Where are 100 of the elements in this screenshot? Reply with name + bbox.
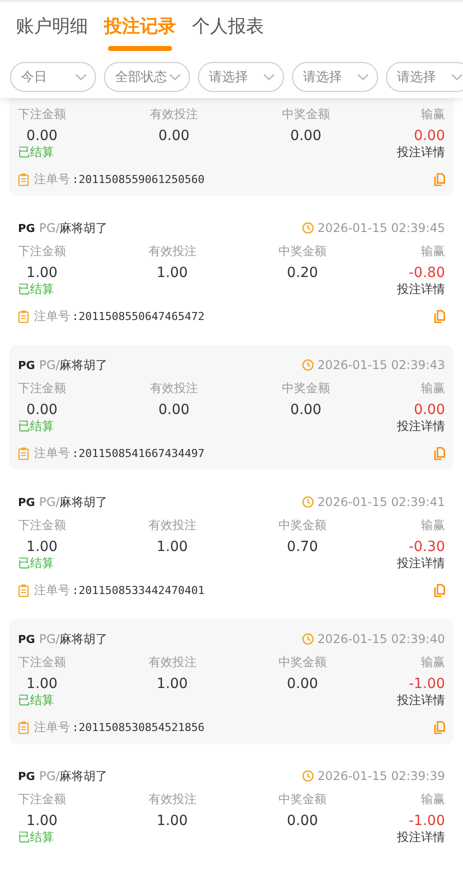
column-label: 输赢 [420,654,445,671]
amount-value: 0.00 [414,128,445,144]
filter-dropdown[interactable]: 请选择 [386,62,463,92]
bet-time: 2026-01-15 02:39:43 [318,358,445,372]
copy-icon[interactable] [434,584,445,596]
clipboard-icon [18,310,29,322]
filter-dropdown[interactable]: 今日 [10,62,96,92]
order-label: 注单号 [34,170,70,188]
settlement-status: 已结算 [18,692,54,709]
order-label: 注单号 [34,444,70,462]
settlement-status: 已结算 [18,281,54,298]
column-label: 下注金额 [18,243,66,260]
column-label: 中奖金额 [278,517,326,534]
bet-details-link[interactable]: 投注详情 [397,144,445,161]
column-label: 下注金额 [18,654,66,671]
settlement-status: 已结算 [18,418,54,435]
amount-value: 1.00 [156,813,188,829]
amount-value: 1.00 [156,265,188,281]
column-label: 输赢 [420,243,445,260]
amount-value: 0.00 [158,128,190,144]
chevron-down-icon [263,73,275,81]
clipboard-icon [18,584,29,596]
amount-value: 1.00 [156,676,188,692]
amount-value: 0.00 [158,402,190,418]
provider-logo: PG [18,358,36,372]
provider-logo: PG [18,222,36,234]
amount-value: -1.00 [408,676,445,692]
clock-icon [302,496,314,508]
bet-details-link[interactable]: 投注详情 [397,829,445,846]
copy-icon[interactable] [434,720,445,734]
column-label: 输赢 [420,517,445,534]
copy-icon[interactable] [434,172,445,186]
amount-value: 1.00 [26,265,58,281]
amount-value: 0.70 [286,539,318,555]
copy-icon[interactable] [434,310,445,322]
column-label: 输赢 [420,380,445,397]
clock-icon [302,770,314,782]
column-label: 中奖金额 [278,654,326,671]
column-label: 有效投注 [148,791,196,808]
bet-details-link[interactable]: 投注详情 [397,281,445,298]
column-label: 中奖金额 [278,791,326,808]
game-name: PG/麻将胡了 [39,630,108,648]
order-number: :2011508533442470401 [72,584,204,596]
copy-icon[interactable] [434,446,445,460]
column-label: 中奖金额 [282,380,330,397]
amount-value: -1.00 [408,813,445,829]
column-label: 下注金额 [18,791,66,808]
provider-logo: PG [18,496,36,508]
order-label: 注单号 [34,718,70,736]
clipboard-icon [18,446,29,460]
game-name: PG/麻将胡了 [39,768,108,784]
bet-time: 2026-01-15 02:39:41 [318,495,445,509]
order-label: 注单号 [34,582,70,598]
column-label: 有效投注 [148,654,196,671]
column-label: 输赢 [420,106,445,123]
amount-value: 0.00 [26,402,58,418]
amount-value: 1.00 [26,676,58,692]
clock-icon [302,359,314,371]
column-label: 有效投注 [148,243,196,260]
amount-value: 0.00 [290,128,322,144]
tab[interactable]: 账户明细 [16,14,88,58]
bet-details-link[interactable]: 投注详情 [397,418,445,435]
amount-value: 0.00 [286,813,318,829]
column-label: 下注金额 [18,106,66,123]
bet-details-link[interactable]: 投注详情 [397,692,445,709]
filter-dropdown[interactable]: 全部状态 [104,62,190,92]
filter-dropdown[interactable]: 请选择 [198,62,284,92]
clock-icon [302,222,314,234]
order-number: :2011508550647465472 [72,310,204,322]
amount-value: 0.00 [414,402,445,418]
order-number: :2011508530854521856 [72,720,204,734]
amount-value: 0.00 [26,128,58,144]
amount-value: 1.00 [26,813,58,829]
amount-value: 1.00 [156,539,188,555]
amount-value: 0.00 [286,676,318,692]
tab[interactable]: 个人报表 [192,14,264,58]
column-label: 下注金额 [18,517,66,534]
bet-time: 2026-01-15 02:39:40 [318,632,445,646]
tab-indicator [108,46,172,51]
provider-logo: PG [18,770,36,782]
column-label: 中奖金额 [278,243,326,260]
column-label: 下注金额 [18,380,66,397]
amount-value: 0.20 [286,265,318,281]
column-label: 有效投注 [150,106,198,123]
chevron-down-icon [169,73,181,81]
chevron-down-icon [75,73,87,81]
order-number: :2011508559061250560 [72,172,204,186]
chevron-down-icon [451,73,463,81]
filter-dropdown[interactable]: 请选择 [292,62,378,92]
order-number: :2011508541667434497 [72,446,204,460]
column-label: 输赢 [420,791,445,808]
bet-time: 2026-01-15 02:39:39 [318,769,445,783]
clipboard-icon [18,172,29,186]
settlement-status: 已结算 [18,829,54,846]
column-label: 有效投注 [150,380,198,397]
chevron-down-icon [357,73,369,81]
bet-details-link[interactable]: 投注详情 [397,555,445,572]
clock-icon [302,633,314,645]
game-name: PG/麻将胡了 [39,220,108,236]
clipboard-icon [18,720,29,734]
